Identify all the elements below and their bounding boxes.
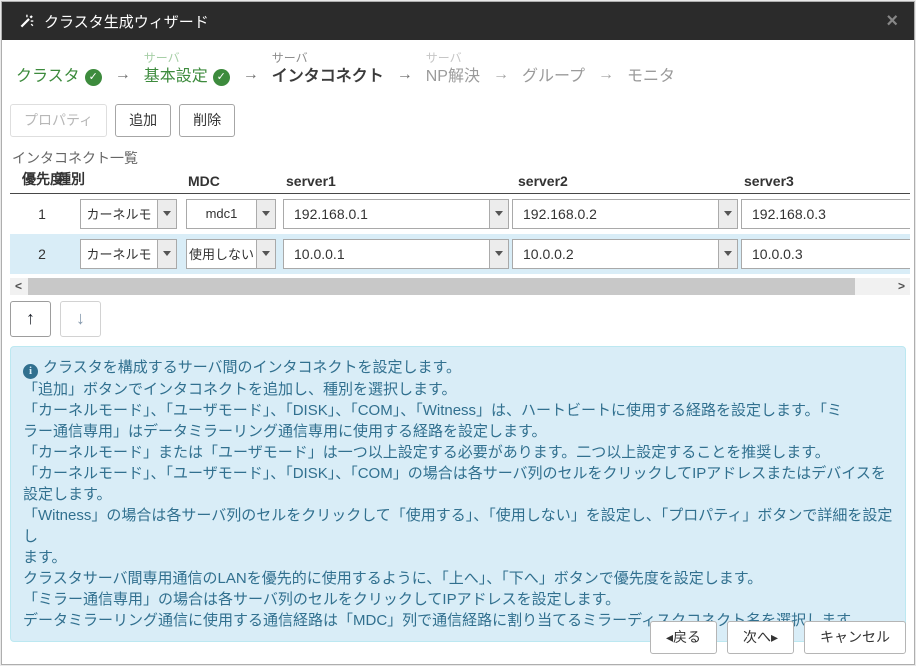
step-label: モニタ [627,67,675,87]
step-top-label [16,49,102,67]
server2-combobox[interactable]: 10.0.0.2 [512,239,738,269]
column-header-type: 種別 [57,171,85,189]
table-row[interactable]: 2 カーネルモ 使用しない 10.0.0.1 10.0.0.2 10.0.0.3 [10,234,910,274]
info-line: 「カーネルモード」または「ユーザモード」は一つ以上設定する必要があります。二つ以… [23,442,893,463]
next-button[interactable]: 次へ▸ [727,621,794,654]
step-label: グループ [522,67,585,87]
list-caption: インタコネクト一覧 [2,145,914,171]
arrow-right-icon: → [598,65,614,86]
info-line: iクラスタを構成するサーバ間のインタコネクトを設定します。 [23,357,893,379]
info-line: 「ミラー通信専用」の場合は各サーバ列のセルをクリックしてIPアドレスを設定します… [23,589,893,610]
priority-value: 1 [10,206,74,222]
column-header-mdc: MDC [188,173,220,189]
type-select[interactable]: カーネルモ [80,199,177,229]
step-interconnect: サーバ インタコネクト [272,49,384,87]
server2-combobox[interactable]: 192.168.0.2 [512,199,738,229]
step-group: グループ [522,49,585,87]
arrow-right-icon: → [397,65,413,86]
chevron-down-icon [157,200,176,228]
chevron-down-icon [718,240,737,268]
scroll-left-icon[interactable]: < [10,278,27,295]
title-bar: クラスタ生成ウィザード × [2,2,914,40]
priority-value: 2 [10,246,74,262]
step-top-label: サーバ [272,49,384,67]
info-line: 設定します。 [23,484,893,505]
table-header: 優先度 種別 MDC server1 server2 server3 [10,171,910,194]
scrollbar-thumb[interactable] [28,278,855,295]
wand-icon [18,13,35,30]
check-icon: ✓ [213,69,230,86]
back-button[interactable]: ◂戻る [650,621,717,654]
server3-combobox[interactable]: 10.0.0.3 [741,239,910,269]
cancel-button[interactable]: キャンセル [804,621,906,654]
info-box: iクラスタを構成するサーバ間のインタコネクトを設定します。 「追加」ボタンでイン… [10,346,906,642]
chevron-down-icon [718,200,737,228]
info-line: クラスタサーバ間専用通信のLANを優先的に使用するように、「上へ」、「下へ」ボタ… [23,568,893,589]
arrow-right-icon: → [243,65,259,86]
move-buttons: ↑ ↓ [10,301,914,337]
chevron-down-icon [256,240,275,268]
check-icon: ✓ [85,69,102,86]
scroll-right-icon[interactable]: > [893,278,910,295]
mdc-select[interactable]: mdc1 [186,199,276,229]
property-button[interactable]: プロパティ [10,104,107,137]
table-row[interactable]: 1 カーネルモ mdc1 192.168.0.1 192.168.0.2 192… [10,194,910,234]
close-icon[interactable]: × [886,11,898,31]
info-line: 「追加」ボタンでインタコネクトを追加し、種別を選択します。 [23,379,893,400]
info-icon: i [23,364,38,379]
server1-combobox[interactable]: 10.0.0.1 [283,239,509,269]
dialog-title: クラスタ生成ウィザード [44,11,209,32]
step-monitor: モニタ [627,49,675,87]
move-down-button[interactable]: ↓ [60,301,101,337]
chevron-down-icon [489,240,508,268]
type-select[interactable]: カーネルモ [80,239,177,269]
step-label: 基本設定 [144,67,208,87]
remove-button[interactable]: 削除 [179,104,235,137]
step-label: インタコネクト [272,67,384,87]
chevron-down-icon [256,200,275,228]
info-line: 「カーネルモード」、「ユーザモード」、「DISK」、「COM」、「Witness… [23,400,893,421]
step-top-label [627,49,675,67]
chevron-down-icon [157,240,176,268]
mdc-select[interactable]: 使用しない [186,239,276,269]
move-up-button[interactable]: ↑ [10,301,51,337]
arrow-down-icon: ↓ [76,308,85,329]
toolbar: プロパティ 追加 削除 [2,98,914,145]
horizontal-scrollbar[interactable]: < > [10,278,910,295]
info-line: ラー通信専用」はデータミラーリング通信専用に使用する経路を設定します。 [23,421,893,442]
step-cluster: クラスタ ✓ [16,49,102,87]
step-top-label: サーバ [144,49,230,67]
info-line: ます。 [23,547,893,568]
step-top-label [522,49,585,67]
arrow-up-icon: ↑ [26,308,35,329]
step-basic-settings: サーバ 基本設定 ✓ [144,49,230,87]
footer-buttons: ◂戻る 次へ▸ キャンセル [650,621,906,654]
info-line: 「Witness」の場合は各サーバ列のセルをクリックして「使用する」、「使用しな… [23,505,893,547]
interconnect-table: 優先度 種別 MDC server1 server2 server3 1 カーネ… [10,171,910,274]
arrow-right-icon: → [493,65,509,86]
server3-combobox[interactable]: 192.168.0.3 [741,199,910,229]
step-label: NP解決 [426,67,480,87]
info-line: 「カーネルモード」、「ユーザモード」、「DISK」、「COM」の場合は各サーバ列… [23,463,893,484]
server1-combobox[interactable]: 192.168.0.1 [283,199,509,229]
column-header-server3: server3 [744,173,794,189]
step-label: クラスタ [16,67,80,87]
step-top-label: サーバ [426,49,480,67]
column-header-server2: server2 [518,173,568,189]
cluster-wizard-dialog: クラスタ生成ウィザード × クラスタ ✓ → サーバ 基本設定 ✓ → サーバ … [1,1,915,665]
column-header-server1: server1 [286,173,336,189]
add-button[interactable]: 追加 [115,104,171,137]
wizard-steps: クラスタ ✓ → サーバ 基本設定 ✓ → サーバ インタコネクト → サーバ … [2,40,914,98]
arrow-right-icon: → [115,65,131,86]
chevron-down-icon [489,200,508,228]
step-np-resolution: サーバ NP解決 [426,49,480,87]
